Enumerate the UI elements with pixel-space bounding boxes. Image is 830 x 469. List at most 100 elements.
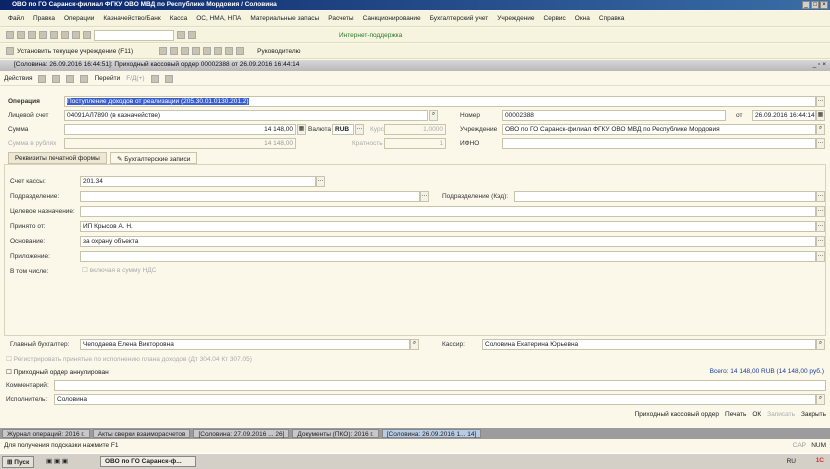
- close-form-button[interactable]: Закрыть: [801, 411, 826, 418]
- menu-item[interactable]: Окна: [575, 15, 590, 22]
- search-input[interactable]: [94, 29, 174, 41]
- minimize-button[interactable]: _: [802, 1, 810, 9]
- date-field[interactable]: 26.09.2016 16:44:14: [752, 110, 816, 121]
- open-icon[interactable]: [17, 31, 25, 39]
- chief-accountant-field[interactable]: Чеподаева Елена Викторовна: [80, 339, 410, 350]
- ifno-select-icon[interactable]: …: [816, 138, 825, 149]
- refresh-icon[interactable]: [80, 75, 89, 83]
- print-button[interactable]: Печать: [725, 411, 746, 418]
- subdivision-select-icon[interactable]: …: [420, 191, 429, 202]
- institution-field[interactable]: ОВО по ГО Саранск-филиал ФГКУ ОВО МВД по…: [502, 124, 816, 135]
- go-menu[interactable]: Перейти: [94, 75, 120, 82]
- number-field[interactable]: 00002388: [502, 110, 726, 121]
- calendar-icon[interactable]: [188, 31, 196, 39]
- table-icon[interactable]: [192, 47, 201, 55]
- cashier-field[interactable]: Соловина Екатерина Юрьевна: [482, 339, 816, 350]
- cut-icon[interactable]: [39, 31, 47, 39]
- subdivision-kbd-select-icon[interactable]: …: [816, 191, 825, 202]
- menu-item[interactable]: Санкционирование: [363, 15, 421, 22]
- paste-icon[interactable]: [61, 31, 69, 39]
- attachment-select-icon[interactable]: …: [816, 251, 825, 262]
- ok-button[interactable]: ОК: [752, 411, 761, 418]
- open-window-tab[interactable]: [Соловина: 27.09.2016 ... 26]: [193, 429, 290, 438]
- open-window-tab[interactable]: [Соловина: 26.09.2016 1... 14]: [381, 429, 482, 438]
- cashier-search-icon[interactable]: ⌕: [816, 339, 825, 350]
- purpose-select-icon[interactable]: …: [816, 206, 825, 217]
- comment-field[interactable]: [54, 380, 826, 391]
- new-icon[interactable]: [6, 31, 14, 39]
- open-window-tab[interactable]: Документы (ПКО): 2016 г.: [292, 429, 379, 438]
- operation-field[interactable]: Поступление доходов от реализации (205.3…: [64, 96, 816, 107]
- set-institution-button[interactable]: Установить текущее учреждение (F11): [17, 48, 133, 55]
- manager-button[interactable]: Руководителю: [257, 48, 300, 55]
- doc-icon[interactable]: [181, 47, 190, 55]
- print-icon[interactable]: [72, 31, 80, 39]
- executor-field[interactable]: Соловина: [54, 394, 816, 405]
- account-search-icon[interactable]: ⌕: [429, 110, 438, 121]
- copy-doc-icon[interactable]: [66, 75, 75, 83]
- total-link[interactable]: Всего: 14 148,00 RUB (14 148,00 руб.): [710, 368, 824, 375]
- doc-close-icon[interactable]: _ ▫ ×: [813, 61, 826, 68]
- balance-icon[interactable]: [236, 47, 245, 55]
- received-from-field[interactable]: ИП Крысов А. Н.: [80, 221, 816, 232]
- find-icon[interactable]: [83, 31, 91, 39]
- basis-field[interactable]: за охрану объекта: [80, 236, 816, 247]
- format-button[interactable]: F/Д(+): [126, 75, 144, 82]
- save-icon[interactable]: [28, 31, 36, 39]
- support-button[interactable]: Интернет-поддержка: [339, 32, 402, 39]
- calc-icon[interactable]: ▦: [297, 124, 306, 135]
- menu-item[interactable]: Операции: [64, 15, 94, 22]
- calendar-icon[interactable]: ▦: [816, 110, 825, 121]
- menu-item[interactable]: Сервис: [544, 15, 566, 22]
- start-button[interactable]: ⊞ Пуск: [2, 456, 35, 468]
- currency-field[interactable]: RUB: [332, 124, 354, 135]
- subdivision-field[interactable]: [80, 191, 420, 202]
- operation-select-icon[interactable]: …: [816, 96, 825, 107]
- cash-account-select-icon[interactable]: …: [316, 176, 325, 187]
- account-field[interactable]: 04091АЛ7890 (в казначействе): [64, 110, 428, 121]
- register-checkbox[interactable]: ☐ Регистрировать принятые по исполнению …: [6, 355, 252, 363]
- ledger-icon[interactable]: [225, 47, 234, 55]
- received-from-select-icon[interactable]: …: [816, 221, 825, 232]
- menu-item[interactable]: Расчеты: [328, 15, 353, 22]
- chart-icon[interactable]: [214, 47, 223, 55]
- menu-item[interactable]: Бухгалтерский учет: [430, 15, 489, 22]
- structure-icon[interactable]: [150, 75, 159, 83]
- menu-item[interactable]: Учреждение: [497, 15, 534, 22]
- purpose-field[interactable]: [80, 206, 816, 217]
- currency-select-icon[interactable]: …: [355, 124, 364, 135]
- menu-item[interactable]: Справка: [599, 15, 625, 22]
- list-icon[interactable]: [203, 47, 212, 55]
- language-indicator[interactable]: RU: [787, 458, 796, 465]
- menu-item[interactable]: Файл: [8, 15, 24, 22]
- actions-menu[interactable]: Действия: [4, 75, 32, 82]
- cash-account-field[interactable]: 201.34: [80, 176, 316, 187]
- quicklaunch-icons[interactable]: ▣ ▣ ▣: [46, 457, 68, 465]
- executor-search-icon[interactable]: ⌕: [816, 394, 825, 405]
- post-icon[interactable]: [52, 75, 61, 83]
- copy-icon[interactable]: [50, 31, 58, 39]
- menu-item[interactable]: Правка: [33, 15, 55, 22]
- chief-search-icon[interactable]: ⌕: [410, 339, 419, 350]
- pko-print-button[interactable]: Приходный кассовый ордер: [635, 411, 720, 418]
- maximize-button[interactable]: □: [811, 1, 819, 9]
- basis-select-icon[interactable]: …: [816, 236, 825, 247]
- report-icon[interactable]: [170, 47, 179, 55]
- menu-item[interactable]: Казначейство/Банк: [103, 15, 160, 22]
- save-doc-icon[interactable]: [38, 75, 47, 83]
- taskbar-app-button[interactable]: ОВО по ГО Саранск-ф...: [100, 456, 196, 467]
- open-window-tab[interactable]: Журнал операций: 2016 г.: [2, 429, 90, 438]
- subdivision-kbd-field[interactable]: [514, 191, 816, 202]
- menu-item[interactable]: Материальные запасы: [250, 15, 319, 22]
- help-icon[interactable]: [164, 75, 173, 83]
- ifno-field[interactable]: [502, 138, 816, 149]
- annulled-checkbox[interactable]: ☐ Приходный ордер аннулирован: [6, 368, 109, 376]
- write-button[interactable]: Записать: [767, 411, 795, 418]
- close-button[interactable]: ×: [820, 1, 828, 9]
- open-window-tab[interactable]: Акты сверки взаиморасчетов: [92, 429, 191, 438]
- tab-accounting-entries[interactable]: ✎ Бухгалтерские записи: [110, 152, 198, 164]
- sum-field[interactable]: 14 148,00: [64, 124, 296, 135]
- institution-search-icon[interactable]: ⌕: [816, 124, 825, 135]
- calc-icon[interactable]: [177, 31, 185, 39]
- attachment-field[interactable]: [80, 251, 816, 262]
